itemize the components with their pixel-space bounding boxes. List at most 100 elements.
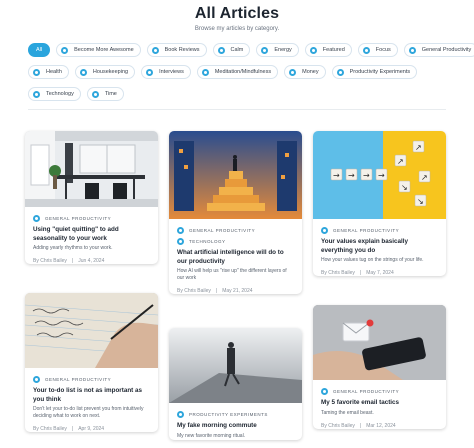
article-meta: By Chris Bailey | Jun 4, 2024 — [33, 258, 150, 264]
meta-separator: | — [215, 288, 218, 294]
article-date: May 7, 2024 — [366, 270, 394, 276]
pin-icon — [321, 227, 328, 234]
article-category: General Productivity — [33, 376, 150, 383]
page-subtitle: Browse my articles by category. — [194, 26, 280, 32]
category-chip-technology[interactable]: Technology — [28, 87, 81, 101]
article-author: By Chris Bailey — [33, 258, 67, 264]
article-date: Mar 12, 2024 — [366, 422, 396, 429]
calm-icon — [217, 46, 225, 54]
category-label: General Productivity — [333, 389, 400, 394]
chip-label: Meditation/Mindfulness — [214, 69, 272, 75]
svg-text:→: → — [363, 171, 370, 180]
article-description: Adding yearly rhythms to your work. — [33, 245, 113, 251]
article-date: Apr 9, 2024 — [78, 426, 105, 432]
chip-label: General Productivity — [421, 47, 472, 53]
article-date: May 21, 2024 — [222, 288, 253, 294]
category-chip-money[interactable]: Money — [284, 65, 326, 79]
svg-text:↘: ↘ — [417, 197, 424, 206]
article-card[interactable]: General Productivity My 5 favorite email… — [313, 305, 446, 429]
article-category: General Productivity — [321, 227, 438, 234]
meditation-icon — [201, 68, 209, 76]
chip-label: Housekeeping — [92, 69, 129, 75]
article-description: How AI will help us "rise up" the differ… — [177, 268, 287, 281]
category-chip-calm[interactable]: Calm — [212, 43, 251, 57]
category-label: Productivity Experiments — [189, 412, 268, 417]
chip-label: Energy — [274, 47, 292, 53]
category-chip-time[interactable]: Time — [86, 87, 124, 101]
category-chip-become-more-awesome[interactable]: Become More Awesome — [56, 43, 141, 57]
category-chip-housekeeping[interactable]: Housekeeping — [74, 65, 136, 79]
article-category: Productivity Experiments — [177, 411, 294, 418]
article-title[interactable]: My fake morning commute — [177, 422, 294, 431]
meta-separator: | — [71, 426, 74, 432]
category-chip-all[interactable]: All — [28, 43, 51, 57]
svg-text:→: → — [348, 171, 355, 180]
category-chip-general-productivity[interactable]: General Productivity — [403, 43, 474, 57]
phone-icon — [33, 90, 40, 98]
category-chip-health[interactable]: Health — [28, 65, 69, 79]
category-chip-interviews[interactable]: Interviews — [141, 65, 191, 79]
page-header: All Articles Browse my articles by categ… — [0, 0, 474, 32]
svg-text:↘: ↘ — [401, 183, 408, 192]
article-image — [169, 328, 302, 403]
category-label: General Productivity — [333, 228, 400, 233]
chip-label: Featured — [322, 47, 345, 53]
divider — [28, 109, 446, 110]
category-row: Health Housekeeping Interviews Meditatio… — [28, 65, 448, 79]
pin-icon — [33, 376, 40, 383]
house-icon — [79, 68, 87, 76]
article-image — [25, 293, 158, 368]
article-title[interactable]: Your values explain basically everything… — [321, 238, 438, 255]
flask-icon — [177, 411, 184, 418]
article-image: → → → → ↗ ↗ ↘ ↗ ↘ — [313, 131, 446, 219]
lightning-icon — [261, 46, 269, 54]
article-title[interactable]: Your to-do list is not as important as y… — [33, 387, 150, 404]
chip-label: Become More Awesome — [74, 47, 134, 53]
category-chip-focus[interactable]: Focus — [357, 43, 398, 57]
category-chip-productivity-experiments[interactable]: Productivity Experiments — [331, 65, 418, 79]
article-title[interactable]: What artificial intelligence will do to … — [177, 249, 294, 266]
svg-text:→: → — [378, 171, 385, 180]
clock-icon — [91, 90, 99, 98]
chip-label: Time — [104, 91, 117, 97]
article-description: Don't let your to-do list prevent you fr… — [33, 406, 144, 419]
svg-text:↗: ↗ — [421, 173, 428, 182]
category-label: General Productivity — [189, 228, 256, 233]
chip-label: Technology — [46, 91, 74, 97]
pin-icon — [177, 227, 184, 234]
article-image — [313, 305, 446, 380]
microphone-icon — [146, 68, 154, 76]
chip-label: Focus — [375, 47, 391, 53]
article-title[interactable]: Using "quiet quitting" to add seasonalit… — [33, 226, 150, 243]
focus-icon — [362, 46, 370, 54]
category-label: General Productivity — [45, 216, 112, 221]
article-description: My new favorite morning ritual. — [177, 432, 246, 439]
svg-text:↗: ↗ — [415, 143, 422, 152]
category-label: General Productivity — [45, 377, 112, 382]
star-icon — [309, 46, 317, 54]
article-category: General Productivity — [321, 388, 438, 395]
meta-separator: | — [71, 258, 74, 264]
category-chip-featured[interactable]: Featured — [304, 43, 352, 57]
article-card[interactable]: → → → → ↗ ↗ ↘ ↗ ↘ General Productivity Y… — [313, 131, 446, 276]
article-title[interactable]: My 5 favorite email tactics — [321, 399, 438, 408]
svg-text:↗: ↗ — [397, 157, 404, 166]
article-card[interactable]: Productivity Experiments My fake morning… — [169, 328, 302, 440]
category-icon — [61, 46, 69, 54]
article-meta: By Chris Bailey | May 21, 2024 — [177, 288, 294, 294]
chip-label: All — [36, 47, 43, 53]
chip-label: Health — [46, 69, 62, 75]
flask-icon — [336, 68, 344, 76]
category-chip-energy[interactable]: Energy — [256, 43, 299, 57]
article-card[interactable]: General Productivity Using "quiet quitti… — [25, 131, 158, 264]
category-label: Technology — [189, 239, 226, 244]
article-image — [25, 131, 158, 207]
category-chip-meditation[interactable]: Meditation/Mindfulness — [196, 65, 279, 79]
article-card[interactable]: General Productivity Technology What art… — [169, 131, 302, 294]
pin-icon — [321, 388, 328, 395]
article-category: General Productivity — [33, 215, 150, 222]
phone-icon — [177, 238, 184, 245]
category-chip-book-reviews[interactable]: Book Reviews — [146, 43, 207, 57]
article-card[interactable]: General Productivity Your to-do list is … — [25, 293, 158, 432]
chip-label: Money — [302, 69, 319, 75]
